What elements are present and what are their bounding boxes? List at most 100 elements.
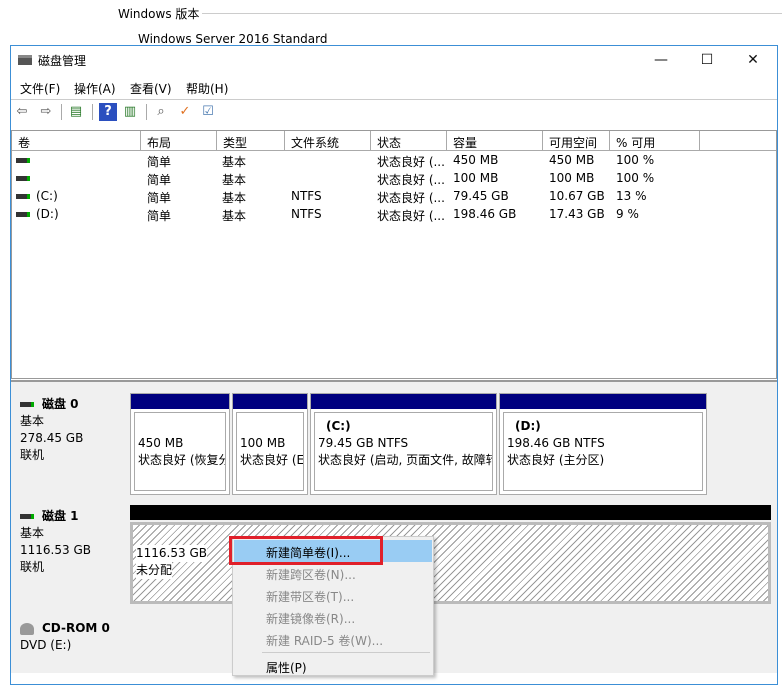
partition-size: 79.45 GB NTFS [318, 435, 489, 452]
col-header-capacity[interactable]: 容量 [447, 131, 543, 151]
console-tree-icon[interactable]: ▤ [67, 103, 85, 121]
col-header-type[interactable]: 类型 [217, 131, 285, 151]
disk-1-label[interactable]: 磁盘 1 基本 1116.53 GB 联机 [12, 502, 127, 608]
disk-name: 磁盘 0 [42, 397, 79, 411]
col-header-filesystem[interactable]: 文件系统 [285, 131, 371, 151]
disk-management-icon [18, 55, 32, 65]
cell-filesystem[interactable]: NTFS [291, 207, 322, 221]
toolbar-separator [92, 104, 93, 120]
cell-percent-free[interactable]: 9 % [616, 207, 639, 221]
volume-icon [16, 194, 30, 199]
col-header-percent-free[interactable]: % 可用 [610, 131, 700, 151]
partition-status: 状态良好 (恢复分 [138, 452, 222, 469]
window-title: 磁盘管理 [38, 52, 86, 69]
unallocated-status: 未分配 [136, 562, 172, 579]
menu-file[interactable]: 文件(F) [20, 80, 60, 97]
help-icon[interactable]: ? [99, 103, 117, 121]
partition-status: 状态良好 (启动, 页面文件, 故障转 [318, 452, 489, 469]
cell-capacity[interactable]: 198.46 GB [453, 207, 516, 221]
divider [202, 13, 782, 14]
check-icon[interactable]: ✓ [176, 103, 194, 121]
col-header-volume[interactable]: 卷 [12, 131, 141, 151]
unallocated-bar [130, 505, 771, 520]
disk-icon [20, 514, 34, 519]
toolbar-separator [146, 104, 147, 120]
disk-name: CD-ROM 0 [42, 621, 110, 635]
cell-capacity[interactable]: 100 MB [453, 171, 498, 185]
volume-icon [16, 158, 30, 163]
menu-separator [262, 652, 430, 653]
volume-icon [16, 176, 30, 181]
connect-icon[interactable]: ⌕ [152, 103, 170, 121]
menu-action[interactable]: 操作(A) [74, 80, 116, 97]
cell-free-space[interactable]: 17.43 GB [549, 207, 605, 221]
menu-help[interactable]: 帮助(H) [186, 80, 228, 97]
cell-filesystem[interactable]: NTFS [291, 189, 322, 203]
minimize-button[interactable]: — [646, 49, 676, 71]
disk-0-label[interactable]: 磁盘 0 基本 278.45 GB 联机 [12, 390, 127, 497]
windows-version-label: Windows 版本 [118, 5, 199, 22]
cell-status[interactable]: 状态良好 (... [377, 153, 445, 170]
disk-type: 基本 [20, 413, 127, 430]
disk-type: 基本 [20, 525, 127, 542]
disk-size: 278.45 GB [20, 430, 127, 447]
cell-percent-free[interactable]: 100 % [616, 153, 654, 167]
partition-size: 198.46 GB NTFS [507, 435, 699, 452]
partition-status: 状态良好 (E [240, 452, 300, 469]
cell-status[interactable]: 状态良好 (... [377, 189, 445, 206]
cell-type[interactable]: 基本 [222, 171, 246, 188]
col-header-layout[interactable]: 布局 [141, 131, 217, 151]
partition-label: (C:) [318, 418, 489, 435]
cell-type[interactable]: 基本 [222, 189, 246, 206]
forward-icon[interactable]: ⇨ [37, 103, 55, 121]
partition-size: 100 MB [240, 435, 300, 452]
cell-layout[interactable]: 简单 [147, 207, 171, 224]
partition-label [240, 418, 300, 435]
menu-new-raid5-volume[interactable]: 新建 RAID-5 卷(W)... [234, 628, 432, 650]
disk-icon [20, 402, 34, 407]
cell-volume[interactable]: (D:) [36, 207, 59, 221]
menu-new-spanned-volume[interactable]: 新建跨区卷(N)... [234, 562, 432, 584]
cell-capacity[interactable]: 79.45 GB [453, 189, 509, 203]
cell-percent-free[interactable]: 100 % [616, 171, 654, 185]
back-icon[interactable]: ⇦ [13, 103, 31, 121]
cell-layout[interactable]: 简单 [147, 189, 171, 206]
properties-icon[interactable]: ☑ [199, 103, 217, 121]
volume-icon [16, 212, 30, 217]
action-pane-icon[interactable]: ▥ [121, 103, 139, 121]
cell-type[interactable]: 基本 [222, 153, 246, 170]
menu-view[interactable]: 查看(V) [130, 80, 172, 97]
partition-recovery[interactable]: 450 MB状态良好 (恢复分 [130, 393, 230, 495]
col-header-free-space[interactable]: 可用空间 [543, 131, 610, 151]
disk-name: 磁盘 1 [42, 509, 79, 523]
cell-layout[interactable]: 简单 [147, 171, 171, 188]
windows-edition-label: Windows Server 2016 Standard [138, 32, 328, 46]
cdrom-label[interactable]: CD-ROM 0 DVD (E:) [12, 614, 127, 673]
cell-capacity[interactable]: 450 MB [453, 153, 498, 167]
cell-layout[interactable]: 简单 [147, 153, 171, 170]
partition-label: (D:) [507, 418, 699, 435]
close-button[interactable]: ✕ [738, 49, 768, 71]
menu-new-mirrored-volume[interactable]: 新建镜像卷(R)... [234, 606, 432, 628]
unallocated-space[interactable]: 1116.53 GB 未分配 [130, 522, 771, 604]
cell-status[interactable]: 状态良好 (... [377, 207, 445, 224]
disk-type: DVD (E:) [20, 637, 127, 654]
maximize-button[interactable]: ☐ [692, 49, 722, 71]
cell-volume[interactable]: (C:) [36, 189, 58, 203]
partition-c[interactable]: (C:)79.45 GB NTFS状态良好 (启动, 页面文件, 故障转 [310, 393, 497, 495]
menu-properties[interactable]: 属性(P) [234, 655, 432, 677]
toolbar-separator [61, 104, 62, 120]
partition-efi[interactable]: 100 MB状态良好 (E [232, 393, 308, 495]
cell-percent-free[interactable]: 13 % [616, 189, 647, 203]
partition-d[interactable]: (D:)198.46 GB NTFS状态良好 (主分区) [499, 393, 707, 495]
menu-new-striped-volume[interactable]: 新建带区卷(T)... [234, 584, 432, 606]
cell-status[interactable]: 状态良好 (... [377, 171, 445, 188]
partition-label [138, 418, 222, 435]
divider [11, 99, 777, 100]
cell-type[interactable]: 基本 [222, 207, 246, 224]
cell-free-space[interactable]: 450 MB [549, 153, 594, 167]
col-header-status[interactable]: 状态 [371, 131, 447, 151]
partition-status: 状态良好 (主分区) [507, 452, 699, 469]
cell-free-space[interactable]: 10.67 GB [549, 189, 605, 203]
cell-free-space[interactable]: 100 MB [549, 171, 594, 185]
